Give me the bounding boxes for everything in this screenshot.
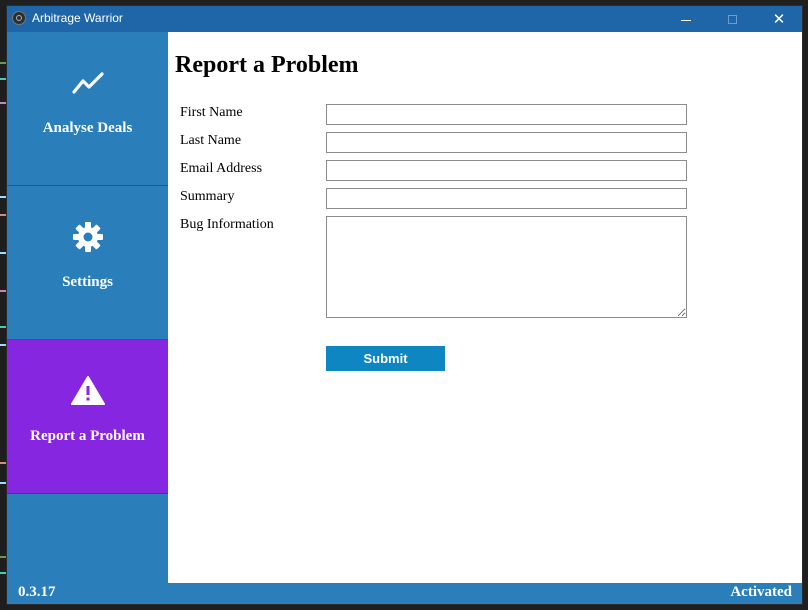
minimize-button[interactable]: [663, 6, 709, 32]
title-bar[interactable]: Arbitrage Warrior ✕: [7, 6, 802, 32]
maximize-icon: [727, 14, 737, 24]
bug-information-label: Bug Information: [180, 217, 274, 232]
sidebar-item-label: Report a Problem: [30, 428, 145, 444]
page-title: Report a Problem: [175, 52, 359, 78]
version-label: 0.3.17: [18, 584, 56, 600]
first-name-label: First Name: [180, 105, 243, 120]
gear-icon: [7, 220, 168, 254]
sidebar-item-label: Analyse Deals: [42, 120, 133, 136]
last-name-label: Last Name: [180, 133, 242, 148]
app-window: Arbitrage Warrior ✕ Analyse Deals Settin…: [7, 6, 802, 604]
window-title: Arbitrage Warrior: [32, 11, 123, 25]
status-bar: 0.3.17 Activated: [7, 583, 802, 604]
sidebar-item-settings[interactable]: Settings: [7, 186, 168, 340]
sidebar-item-report-a-problem[interactable]: Report a Problem: [7, 340, 168, 494]
email-address-label: Email Address: [180, 161, 263, 176]
submit-button[interactable]: Submit: [326, 346, 445, 371]
maximize-button[interactable]: [709, 6, 755, 32]
minimize-icon: [681, 19, 691, 21]
summary-label: Summary: [180, 189, 235, 204]
main-content: Report a Problem First Name Last Name Em…: [168, 32, 802, 583]
close-icon: ✕: [772, 10, 786, 28]
email-address-field[interactable]: [326, 160, 687, 181]
summary-field[interactable]: [326, 188, 687, 209]
trend-chart-icon: [7, 66, 168, 100]
activation-status: Activated: [730, 584, 792, 600]
bug-information-textarea[interactable]: [326, 216, 687, 318]
sidebar-item-label: Settings: [62, 274, 113, 290]
warning-icon: [7, 374, 168, 408]
close-button[interactable]: ✕: [756, 6, 802, 32]
first-name-field[interactable]: [326, 104, 687, 125]
sidebar: Analyse Deals Settings Report a Problem: [7, 32, 168, 583]
app-logo-icon: [12, 11, 26, 25]
sidebar-item-analyse-deals[interactable]: Analyse Deals: [7, 32, 168, 186]
last-name-field[interactable]: [326, 132, 687, 153]
